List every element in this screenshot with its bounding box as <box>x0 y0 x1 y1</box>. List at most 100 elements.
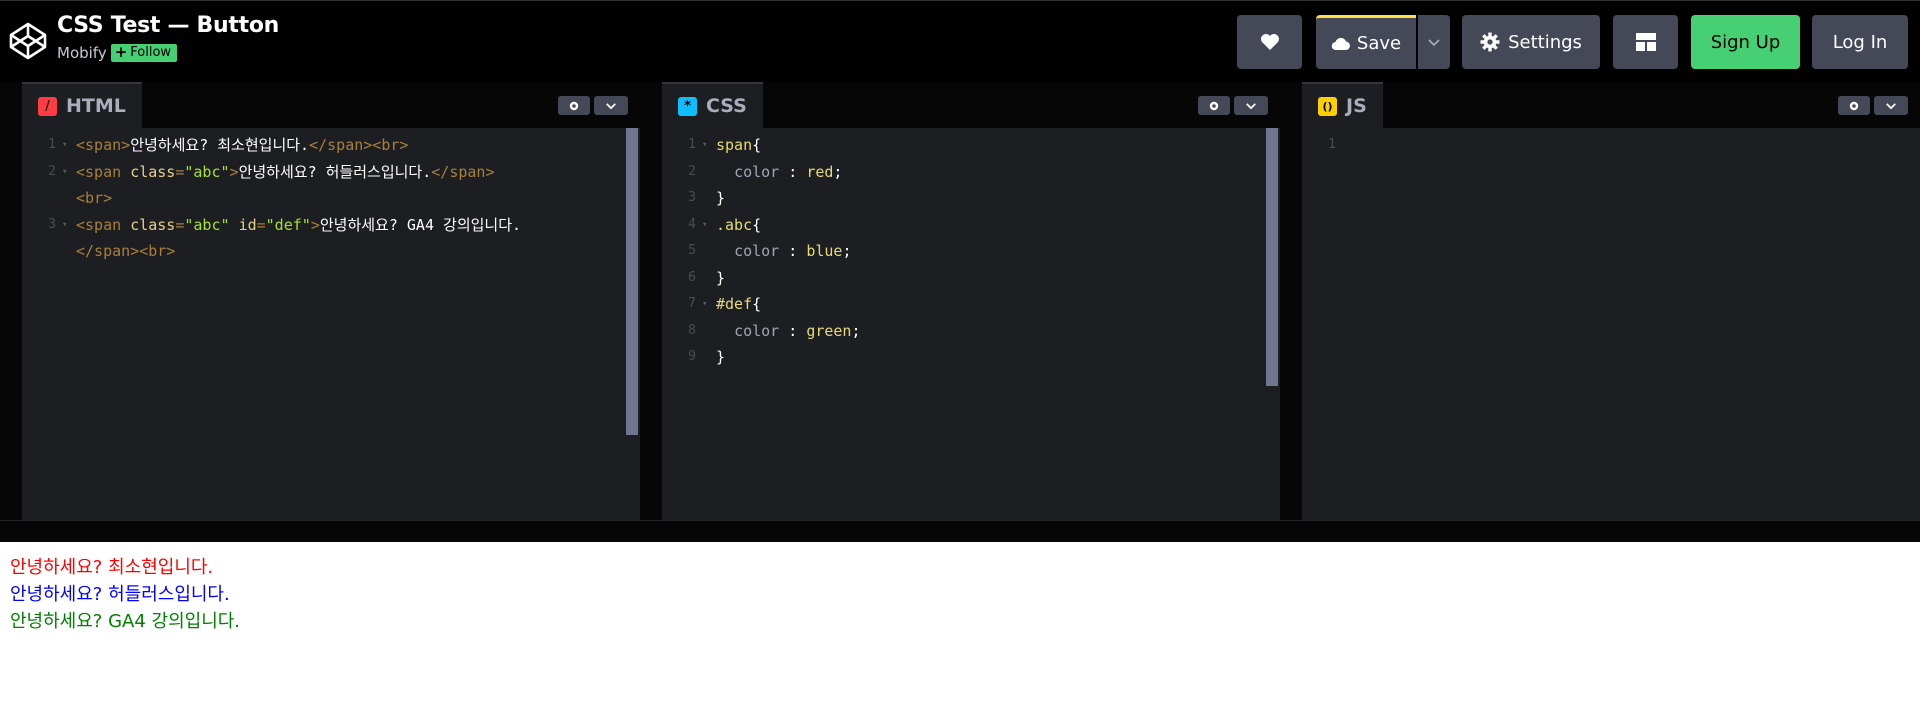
code-token: 안녕하세요? 최소현입니다. <box>130 136 310 154</box>
tab-css[interactable]: * CSS <box>662 82 763 128</box>
panel-resize-handle[interactable] <box>0 82 22 520</box>
result-line: 안녕하세요? GA4 강의입니다. <box>10 611 241 632</box>
fold-arrow-icon[interactable]: ▾ <box>62 159 67 186</box>
js-editor: () JS 1 <box>1302 82 1920 520</box>
line-number: 3 <box>48 216 56 232</box>
sign-up-button[interactable]: Sign Up <box>1691 15 1800 69</box>
chevron-down-icon <box>1246 102 1256 109</box>
result-preview: 안녕하세요? 최소현입니다. 안녕하세요? 허들러스입니다. 안녕하세요? GA… <box>0 542 1920 711</box>
code-line: 9} <box>662 344 1280 371</box>
line-number: 1 <box>688 137 696 152</box>
editor-panels: / HTML 1 ▾ <span>안녕하세요? 최소현입니다.</span><br>… <box>0 82 1920 520</box>
html-code-area[interactable]: 1 ▾ <span>안녕하세요? 최소현입니다.</span><br> 2 ▾ <span… <box>22 128 640 520</box>
codepen-logo-icon[interactable] <box>8 21 48 61</box>
code-text: <span>안녕하세요? 최소현입니다.</span><br> <box>76 132 408 159</box>
html-options-button[interactable] <box>594 96 628 115</box>
gear-icon <box>1849 101 1859 110</box>
code-token: color <box>734 242 780 260</box>
code-line: 3} <box>662 185 1280 212</box>
fold-arrow-icon[interactable]: ▾ <box>62 212 67 239</box>
plus-icon: + <box>114 43 128 61</box>
author-link[interactable]: Mobify <box>57 44 107 62</box>
code-line: 8 color : green; <box>662 318 1280 345</box>
code-line: 6} <box>662 265 1280 292</box>
line-number: 1 <box>1328 137 1336 152</box>
code-token: "def" <box>265 215 311 234</box>
html-editor: / HTML 1 ▾ <span>안녕하세요? 최소현입니다.</span><br>… <box>22 82 640 520</box>
code-token: ; <box>851 321 861 340</box>
html-scrollbar[interactable] <box>626 128 638 435</box>
css-editor-header: * CSS <box>662 82 1280 128</box>
code-line: 1 ▾ <span>안녕하세요? 최소현입니다.</span><br> <box>22 132 640 159</box>
follow-button[interactable]: + Follow <box>110 43 178 62</box>
js-settings-button[interactable] <box>1838 96 1870 115</box>
code-text: </span><br> <box>76 238 175 265</box>
code-token: </span> <box>431 162 495 181</box>
tab-js-label: JS <box>1346 95 1367 117</box>
code-token: <span <box>76 215 131 234</box>
css-code-area[interactable]: 1 ▾ span{2 color : red; 3} 4 ▾ .abc{5 color : … <box>662 128 1280 520</box>
result-resize-bar[interactable] <box>0 520 1920 542</box>
code-text: <span class="abc" id="def">안녕하세요? GA4 강의… <box>76 212 521 239</box>
line-number: 3 <box>688 190 696 205</box>
code-text: color : red; <box>716 159 842 186</box>
code-token: { <box>752 295 762 313</box>
pen-title-block: CSS Test — Button Mobify + Follow <box>57 13 279 62</box>
tab-html[interactable]: / HTML <box>22 82 142 128</box>
line-number: 2 <box>688 163 696 179</box>
result-line: 안녕하세요? 최소현입니다. <box>10 557 214 578</box>
code-token: <span <box>76 162 131 181</box>
code-text: span{ <box>716 132 761 159</box>
result-line: 안녕하세요? 허들러스입니다. <box>10 584 230 605</box>
panel-resize-handle[interactable] <box>640 82 662 520</box>
html-settings-button[interactable] <box>558 96 590 115</box>
tab-js[interactable]: () JS <box>1302 82 1383 128</box>
code-token: : <box>779 321 807 340</box>
code-line: 1 ▾ span{ <box>662 132 1280 159</box>
gear-icon <box>569 101 579 110</box>
css-options-button[interactable] <box>1234 96 1268 115</box>
settings-label: Settings <box>1508 31 1582 53</box>
html-slash-icon: / <box>38 96 57 116</box>
code-token: color <box>734 162 780 181</box>
save-options-button[interactable] <box>1418 15 1450 69</box>
code-token: } <box>716 268 726 287</box>
code-line: </span><br> <box>22 238 640 265</box>
pen-title[interactable]: CSS Test — Button <box>57 13 279 38</box>
save-button[interactable]: Save <box>1316 15 1416 69</box>
css-settings-button[interactable] <box>1198 96 1230 115</box>
code-token: = <box>256 215 266 234</box>
code-token: { <box>752 215 762 234</box>
line-number: 8 <box>688 322 696 338</box>
line-number: 1 <box>48 137 56 152</box>
heart-button[interactable] <box>1237 15 1302 69</box>
js-code-area[interactable]: 1 <box>1302 128 1920 520</box>
fold-arrow-icon[interactable]: ▾ <box>702 291 707 318</box>
fold-arrow-icon[interactable]: ▾ <box>62 132 67 159</box>
log-in-button[interactable]: Log In <box>1812 15 1908 69</box>
tab-css-label: CSS <box>706 95 747 117</box>
code-token: 안녕하세요? GA4 강의입니다. <box>319 215 522 234</box>
chevron-down-icon <box>606 102 616 109</box>
code-token: ; <box>833 162 843 181</box>
css-scrollbar[interactable] <box>1266 128 1278 386</box>
panel-resize-handle[interactable] <box>1280 82 1302 520</box>
fold-arrow-icon[interactable]: ▾ <box>702 212 707 239</box>
code-text: .abc{ <box>716 212 761 239</box>
change-view-button[interactable] <box>1613 15 1678 69</box>
code-token: ; <box>842 242 852 260</box>
js-braces-icon: () <box>1318 96 1337 116</box>
code-text: color : blue; <box>716 238 851 265</box>
code-token: 안녕하세요? 허들러스입니다. <box>238 162 432 181</box>
fold-arrow-icon[interactable]: ▾ <box>702 132 707 159</box>
code-line: 4 ▾ .abc{ <box>662 212 1280 239</box>
js-editor-header: () JS <box>1302 82 1920 128</box>
settings-button[interactable]: Settings <box>1462 15 1600 69</box>
code-token: blue <box>806 242 843 260</box>
line-number: 9 <box>688 349 696 364</box>
js-options-button[interactable] <box>1874 96 1908 115</box>
chevron-down-icon <box>1428 38 1440 46</box>
